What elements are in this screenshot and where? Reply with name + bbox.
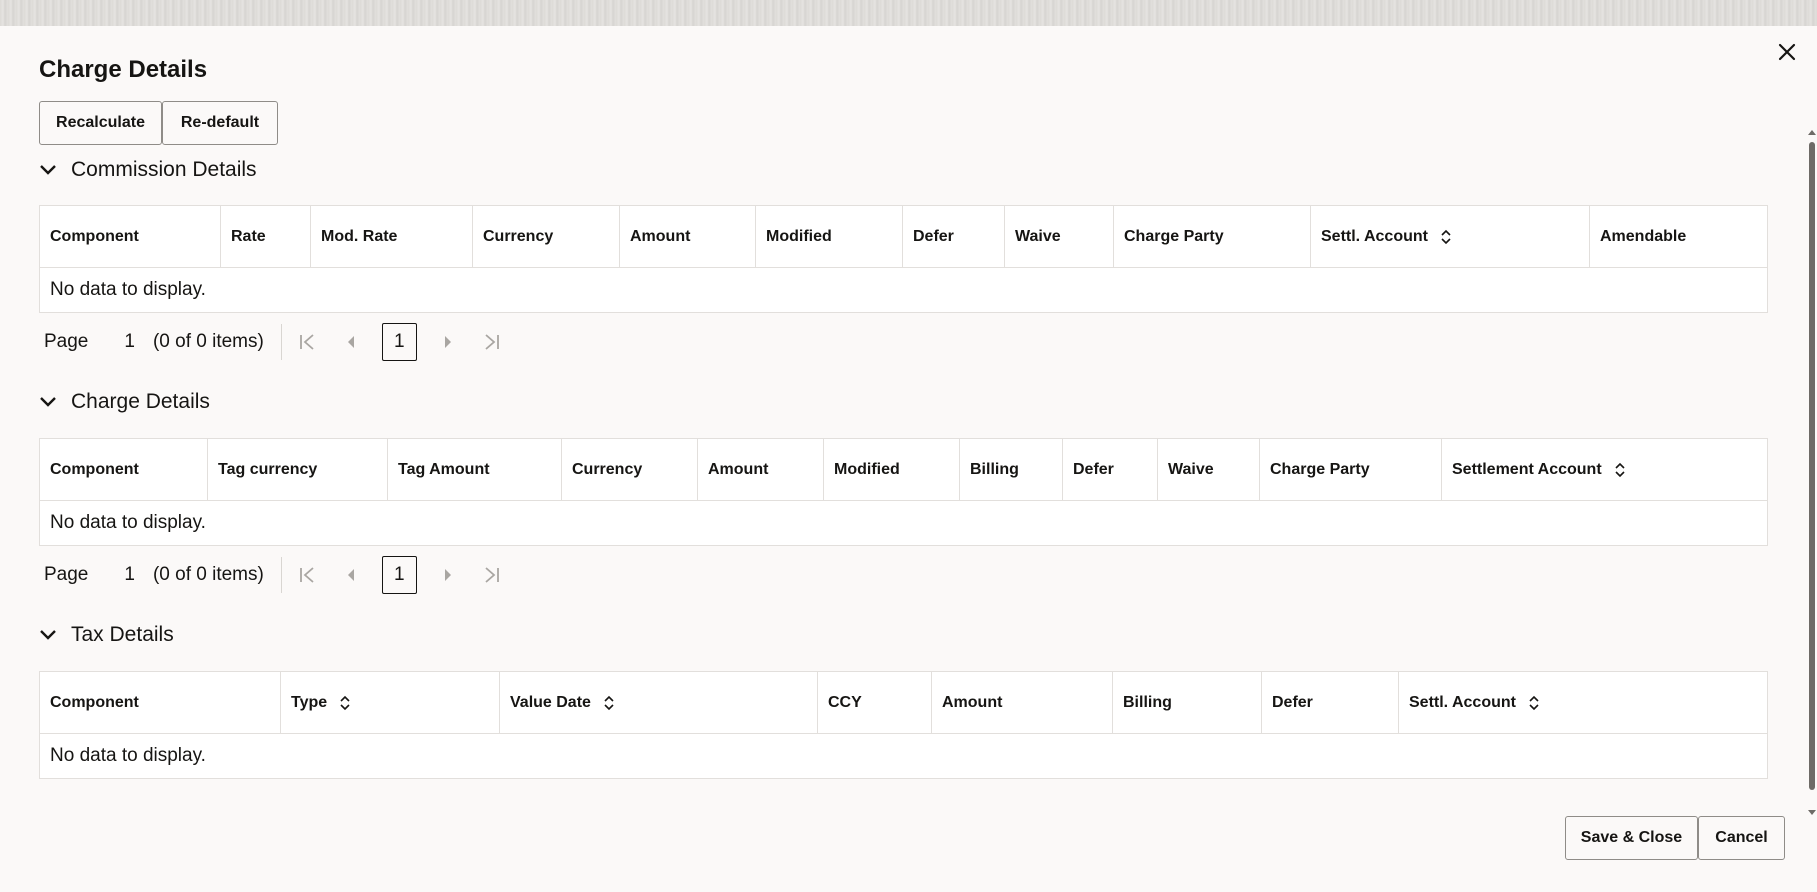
- column-header: CCY: [818, 672, 932, 733]
- sort-icon[interactable]: [1614, 462, 1626, 478]
- column-header-sortable[interactable]: Settl. Account: [1399, 672, 1767, 733]
- section-title: Tax Details: [71, 623, 174, 646]
- page-input[interactable]: 1: [124, 564, 135, 586]
- items-count: (0 of 0 items): [152, 564, 264, 585]
- scrollbar-thumb[interactable]: [1809, 142, 1815, 790]
- previous-page-icon: [347, 569, 354, 581]
- column-header: Currency: [473, 206, 620, 267]
- column-header: Billing: [960, 439, 1063, 500]
- last-page-icon: [485, 334, 499, 350]
- commission-details-header[interactable]: Commission Details: [39, 155, 257, 185]
- column-header: Tag Amount: [388, 439, 562, 500]
- column-header-label: Settlement Account: [1452, 460, 1602, 478]
- charge-details-header[interactable]: Charge Details: [39, 387, 210, 417]
- next-page-button[interactable]: [437, 564, 459, 586]
- column-header-label: Settl. Account: [1409, 693, 1516, 711]
- column-header: Defer: [1063, 439, 1158, 500]
- sort-icon[interactable]: [339, 695, 351, 711]
- vertical-scrollbar[interactable]: [1806, 130, 1817, 820]
- column-header-sortable[interactable]: Type: [281, 672, 500, 733]
- scroll-up-arrow[interactable]: [1808, 130, 1816, 135]
- column-header: Amendable: [1600, 227, 1687, 245]
- column-header: Waive: [1005, 206, 1114, 267]
- pager-divider: [280, 324, 282, 360]
- sort-icon[interactable]: [1440, 229, 1452, 245]
- charge-details-dialog: Charge Details Recalculate Re-default Co…: [0, 26, 1817, 892]
- last-page-icon: [485, 567, 499, 583]
- column-header: Charge Party: [1260, 439, 1442, 500]
- column-header: Rate: [221, 206, 311, 267]
- section-title: Charge Details: [71, 390, 210, 413]
- redefault-button[interactable]: Re-default: [162, 101, 278, 145]
- section-title: Commission Details: [71, 158, 257, 181]
- recalculate-button[interactable]: Recalculate: [39, 101, 162, 145]
- first-page-button[interactable]: [296, 331, 318, 353]
- chevron-down-icon: [39, 624, 61, 646]
- first-page-icon: [299, 334, 314, 350]
- column-header: Modified: [756, 206, 903, 267]
- next-page-button[interactable]: [437, 331, 459, 353]
- charge-details-table: Component Tag currency Tag Amount Curren…: [39, 438, 1768, 546]
- empty-row: No data to display.: [50, 745, 206, 766]
- tax-details-header[interactable]: Tax Details: [39, 620, 174, 650]
- chevron-down-icon: [39, 159, 61, 181]
- column-header: Component: [40, 439, 208, 500]
- column-header: Amount: [698, 439, 824, 500]
- save-close-button[interactable]: Save & Close: [1565, 816, 1698, 860]
- page-input[interactable]: 1: [124, 331, 135, 353]
- column-header: Amount: [620, 206, 756, 267]
- column-header-sortable[interactable]: Settlement Account: [1442, 439, 1767, 500]
- sort-icon[interactable]: [1528, 695, 1540, 711]
- column-header: Amount: [932, 672, 1113, 733]
- first-page-button[interactable]: [296, 564, 318, 586]
- table-header-row: Component Type Value Date CCY Amount Bil…: [40, 672, 1767, 734]
- column-header: Defer: [903, 206, 1005, 267]
- commission-details-table: Component Rate Mod. Rate Currency Amount…: [39, 205, 1768, 313]
- table-header-row: Component Tag currency Tag Amount Curren…: [40, 439, 1767, 501]
- close-icon: [1778, 43, 1796, 61]
- close-button[interactable]: [1769, 34, 1805, 70]
- current-page[interactable]: 1: [381, 556, 417, 594]
- items-count: (0 of 0 items): [152, 331, 264, 352]
- sort-icon[interactable]: [603, 695, 615, 711]
- column-header-label: Value Date: [510, 693, 591, 711]
- empty-row: No data to display.: [50, 279, 206, 300]
- background-strip: [0, 0, 1817, 26]
- current-page[interactable]: 1: [381, 323, 417, 361]
- column-header-label: Type: [291, 693, 328, 711]
- last-page-button[interactable]: [481, 564, 503, 586]
- column-header: Component: [40, 206, 221, 267]
- previous-page-button[interactable]: [340, 331, 362, 353]
- scroll-down-arrow[interactable]: [1808, 810, 1816, 815]
- column-header: Mod. Rate: [311, 206, 473, 267]
- empty-row: No data to display.: [50, 512, 206, 533]
- cancel-button[interactable]: Cancel: [1698, 816, 1785, 860]
- first-page-icon: [299, 567, 314, 583]
- previous-page-button[interactable]: [340, 564, 362, 586]
- page-label: Page: [44, 564, 89, 585]
- dialog-title: Charge Details: [39, 56, 208, 83]
- column-header-label: Settl. Account: [1321, 227, 1428, 245]
- column-header: Component: [40, 672, 281, 733]
- commission-pager: Page 1 (0 of 0 items) 1: [44, 322, 525, 362]
- column-header: Waive: [1158, 439, 1260, 500]
- column-header: Defer: [1262, 672, 1399, 733]
- column-header: Charge Party: [1114, 206, 1311, 267]
- column-header: Currency: [562, 439, 698, 500]
- tax-details-table: Component Type Value Date CCY Amount Bil…: [39, 671, 1768, 779]
- column-header: Tag currency: [208, 439, 388, 500]
- next-page-icon: [444, 569, 451, 581]
- table-header-row: Component Rate Mod. Rate Currency Amount…: [40, 206, 1767, 268]
- pager-divider: [280, 557, 282, 593]
- column-header: Billing: [1113, 672, 1262, 733]
- chevron-down-icon: [39, 391, 61, 413]
- previous-page-icon: [347, 336, 354, 348]
- column-header-sortable[interactable]: Settl. Account: [1311, 206, 1590, 267]
- charge-pager: Page 1 (0 of 0 items) 1: [44, 555, 525, 595]
- page-label: Page: [44, 331, 89, 352]
- column-header-sortable[interactable]: Value Date: [500, 672, 818, 733]
- last-page-button[interactable]: [481, 331, 503, 353]
- column-header: Modified: [824, 439, 960, 500]
- next-page-icon: [444, 336, 451, 348]
